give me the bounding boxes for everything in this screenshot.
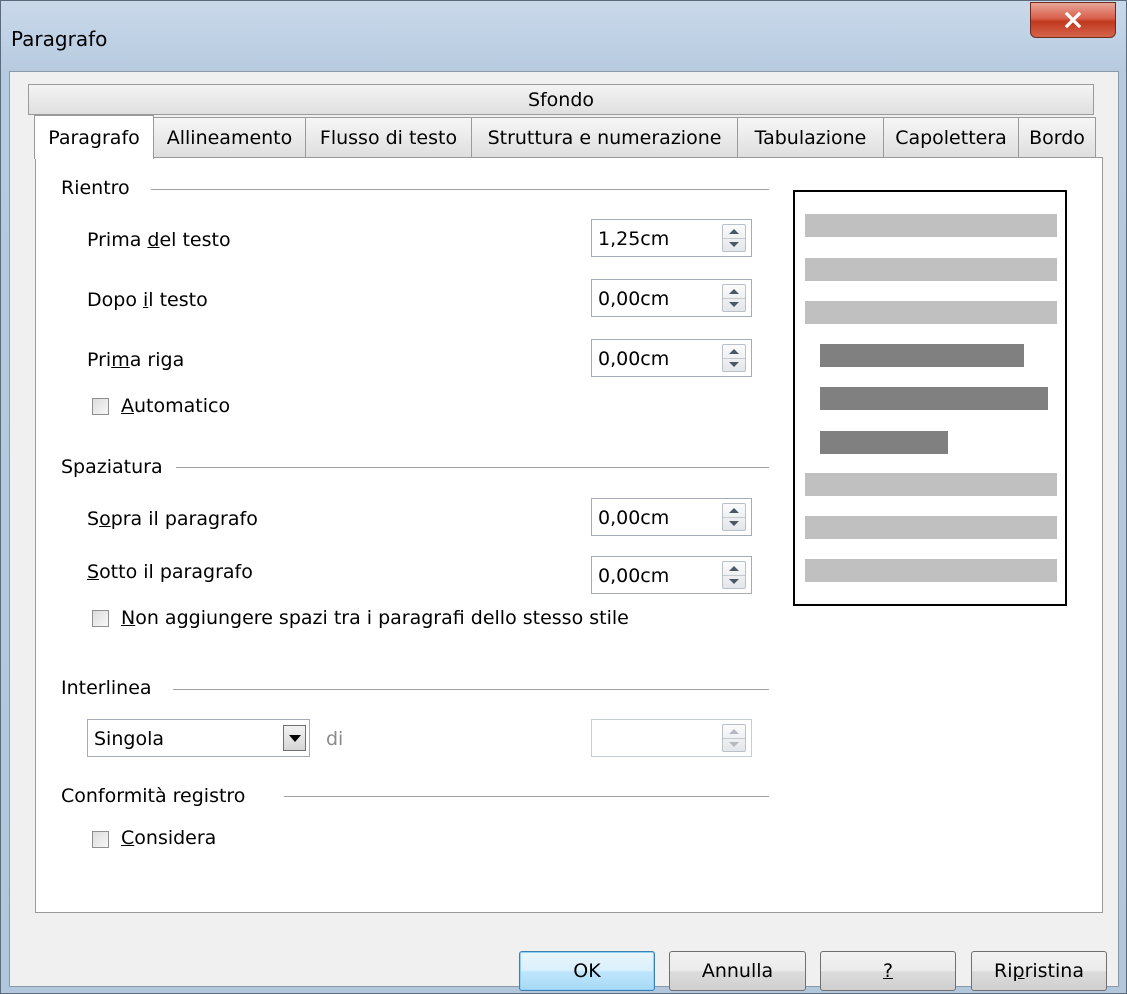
tab-label: Capolettera <box>895 127 1007 149</box>
preview-line-after <box>805 473 1057 496</box>
dopo-il-testo-label: Dopo il testo <box>87 289 208 311</box>
spin-down-icon[interactable] <box>729 242 739 247</box>
button-label: ? <box>882 960 894 982</box>
spin-arrows[interactable] <box>722 561 746 589</box>
spin-arrows[interactable] <box>722 224 746 252</box>
dropdown-button[interactable] <box>283 725 306 751</box>
chevron-down-icon <box>289 735 301 742</box>
preview-line-before <box>805 301 1057 324</box>
tab-bordo[interactable]: Bordo <box>1018 117 1096 158</box>
ripristina-button[interactable]: Ripristina <box>971 951 1107 991</box>
registro-separator <box>284 796 769 797</box>
spin-value: 1,25cm <box>598 228 670 250</box>
tab-label: Tabulazione <box>754 127 867 149</box>
di-label: di <box>326 728 344 750</box>
button-label: OK <box>573 960 601 982</box>
tab-capolettera[interactable]: Capolettera <box>883 117 1019 158</box>
prima-del-testo-label: Prima del testo <box>87 229 231 251</box>
spin-up-icon[interactable] <box>729 229 739 234</box>
preview-line-current <box>820 387 1048 410</box>
spin-up-icon[interactable] <box>729 508 739 513</box>
automatico-label[interactable]: Automatico <box>121 395 230 417</box>
tab-label: Paragrafo <box>48 126 140 149</box>
spin-up-icon[interactable] <box>729 729 739 734</box>
spin-value: 0,00cm <box>598 565 670 587</box>
rientro-separator <box>151 189 769 190</box>
tab-flusso-di-testo[interactable]: Flusso di testo <box>305 117 472 158</box>
button-label: Annulla <box>701 960 774 982</box>
help-button[interactable]: ? <box>820 951 956 991</box>
spin-up-icon[interactable] <box>729 289 739 294</box>
spin-arrows[interactable] <box>722 724 746 752</box>
dopo-il-testo-spinbox[interactable]: 0,00cm <box>591 279 752 317</box>
tab-label: Flusso di testo <box>319 127 458 149</box>
button-label: Ripristina <box>994 960 1084 982</box>
spin-arrows[interactable] <box>722 503 746 531</box>
tab-paragrafo[interactable]: Paragrafo <box>34 115 154 159</box>
preview-line-current <box>820 344 1024 367</box>
sotto-il-paragrafo-spinbox[interactable]: 0,00cm <box>591 556 752 594</box>
ok-button[interactable]: OK <box>519 951 655 991</box>
preview-line-before <box>805 258 1057 281</box>
interlinea-heading: Interlinea <box>61 677 160 699</box>
tab-label: Allineamento <box>166 127 293 149</box>
considera-label[interactable]: Considera <box>121 827 216 849</box>
prima-riga-spinbox[interactable]: 0,00cm <box>591 339 752 377</box>
prima-riga-label: Prima riga <box>87 349 185 371</box>
automatico-checkbox[interactable] <box>92 398 109 415</box>
non-aggiungere-spazi-checkbox[interactable] <box>92 610 109 627</box>
spin-value: 0,00cm <box>598 288 670 310</box>
dropdown-value: Singola <box>94 728 164 750</box>
spin-arrows[interactable] <box>722 284 746 312</box>
spin-down-icon[interactable] <box>729 742 739 747</box>
spin-down-icon[interactable] <box>729 579 739 584</box>
sopra-il-paragrafo-spinbox[interactable]: 0,00cm <box>591 498 752 536</box>
sopra-il-paragrafo-label: Sopra il paragrafo <box>87 508 258 530</box>
spaziatura-heading: Spaziatura <box>61 456 171 478</box>
spin-up-icon[interactable] <box>729 349 739 354</box>
interlinea-separator <box>173 689 769 690</box>
rientro-heading: Rientro <box>61 177 138 199</box>
sotto-il-paragrafo-label: Sotto il paragrafo <box>87 561 253 583</box>
interlinea-dropdown[interactable]: Singola <box>87 719 310 757</box>
spin-arrows[interactable] <box>722 344 746 372</box>
tab-tabulazione[interactable]: Tabulazione <box>737 117 884 158</box>
close-icon <box>1064 12 1082 28</box>
paragraph-preview <box>793 190 1067 606</box>
spin-down-icon[interactable] <box>729 302 739 307</box>
spin-up-icon[interactable] <box>729 566 739 571</box>
spin-value: 0,00cm <box>598 348 670 370</box>
non-aggiungere-spazi-label[interactable]: Non aggiungere spazi tra i paragrafi del… <box>121 607 629 629</box>
close-button[interactable] <box>1030 2 1116 38</box>
preview-line-after <box>805 516 1057 539</box>
spin-value: 0,00cm <box>598 507 670 529</box>
spaziatura-separator <box>176 467 769 468</box>
spin-down-icon[interactable] <box>729 362 739 367</box>
paragraph-dialog: Paragrafo Sfondo Paragrafo Allineamento … <box>0 0 1127 994</box>
window-title: Paragrafo <box>11 27 108 51</box>
tab-allineamento[interactable]: Allineamento <box>153 117 306 158</box>
prima-del-testo-spinbox[interactable]: 1,25cm <box>591 219 752 257</box>
title-bar[interactable]: Paragrafo <box>1 1 1126 71</box>
tab-label: Bordo <box>1029 127 1085 149</box>
tab-label: Struttura e numerazione <box>487 127 722 149</box>
preview-line-current <box>820 431 948 454</box>
interlinea-value-spinbox[interactable] <box>591 719 752 757</box>
tab-label: Sfondo <box>527 88 595 111</box>
annulla-button[interactable]: Annulla <box>669 951 806 991</box>
tab-bar: Paragrafo Allineamento Flusso di testo S… <box>34 115 1096 159</box>
preview-line-before <box>805 214 1057 237</box>
tab-struttura-e-numerazione[interactable]: Struttura e numerazione <box>471 117 738 158</box>
spin-down-icon[interactable] <box>729 521 739 526</box>
registro-heading: Conformità registro <box>61 785 254 807</box>
preview-line-after <box>805 559 1057 582</box>
considera-checkbox[interactable] <box>92 831 109 848</box>
tab-sfondo[interactable]: Sfondo <box>28 84 1094 115</box>
